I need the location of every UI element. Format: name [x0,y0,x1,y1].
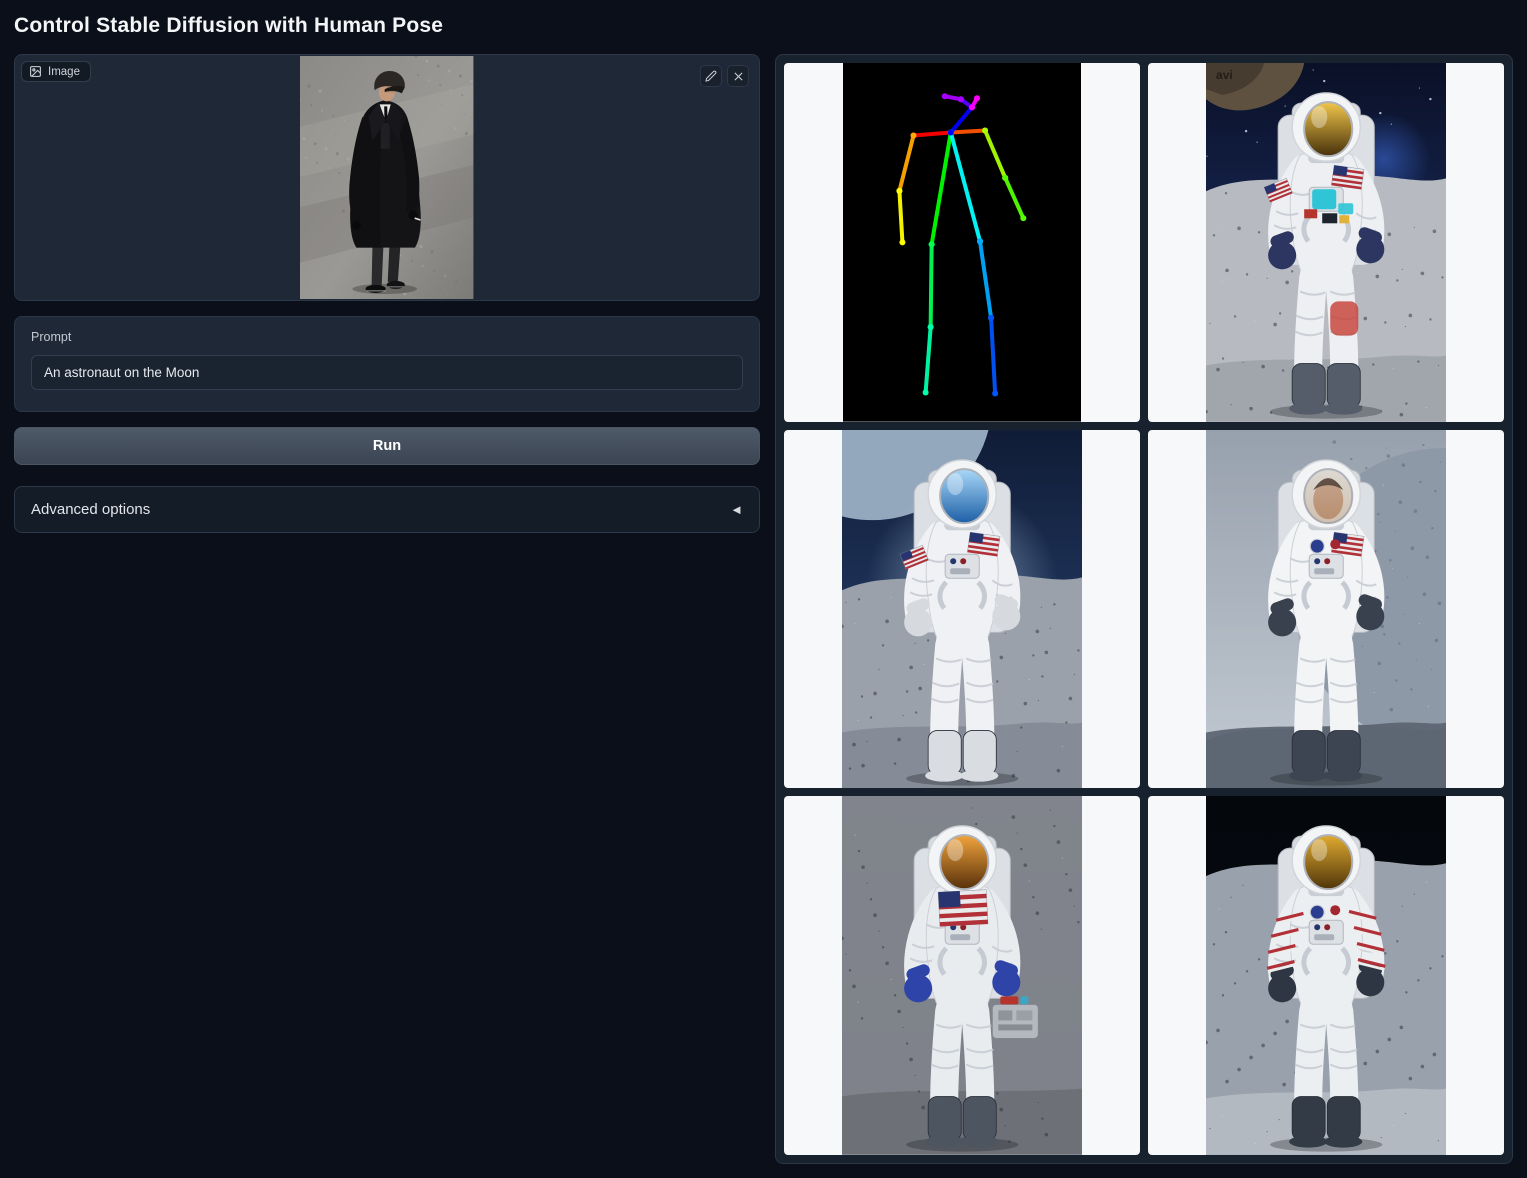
image-label: Image [48,66,80,78]
collapse-arrow-icon: ◄ [730,502,743,517]
gallery-item-astronaut-blue-visor-earthrise[interactable] [784,430,1140,789]
generated-image: avi [1206,63,1446,422]
generated-image [1206,430,1446,789]
generated-image [1206,796,1446,1155]
output-gallery: avi [775,54,1513,1164]
prompt-input[interactable] [31,355,743,390]
gallery-item-astronaut-gold-visor-moon-rock[interactable]: avi [1148,63,1504,422]
input-image[interactable] [16,56,758,299]
image-label-badge: Image [21,61,91,82]
close-icon [733,71,744,82]
image-icon [29,65,42,78]
input-photo [300,56,473,299]
advanced-options-accordion[interactable]: Advanced options ◄ [14,486,760,533]
gallery-item-astronaut-orange-visor-big-flag[interactable] [784,796,1140,1155]
main-row: Image Prompt [14,54,1513,1164]
pose-skeleton-image [843,63,1082,422]
page-title: Control Stable Diffusion with Human Pose [14,14,1513,38]
input-image-panel: Image [14,54,760,301]
generated-image [842,430,1082,789]
image-toolbar [700,65,749,87]
clear-image-button[interactable] [727,65,749,87]
gallery-item-astronaut-gold-visor-striped-sleeves[interactable] [1148,796,1504,1155]
prompt-label: Prompt [31,330,743,344]
gallery-item-pose-skeleton[interactable] [784,63,1140,422]
advanced-options-label: Advanced options [31,501,150,518]
left-column: Image Prompt [14,54,760,533]
run-button[interactable]: Run [14,427,760,465]
pencil-icon [705,70,717,82]
gallery-item-astronaut-clear-visor-face[interactable] [1148,430,1504,789]
app: Control Stable Diffusion with Human Pose… [0,0,1527,1176]
svg-text:avi: avi [1216,68,1233,82]
prompt-panel: Prompt [14,316,760,412]
generated-image [842,796,1082,1155]
edit-image-button[interactable] [700,65,722,87]
